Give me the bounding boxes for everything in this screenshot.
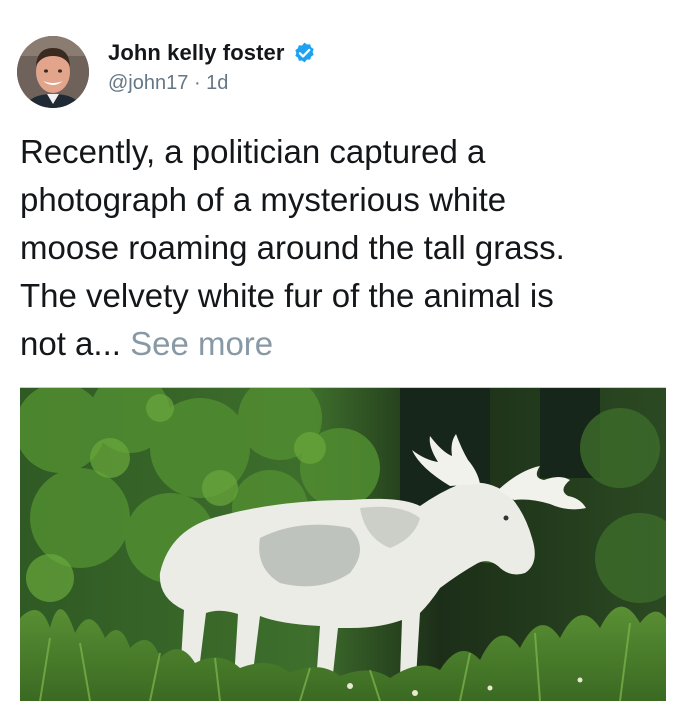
white-moose-photo — [20, 388, 666, 701]
author-block: John kelly foster @john17 · 1d — [108, 40, 317, 95]
tweet-photo[interactable] — [20, 387, 666, 701]
tweet-text-last-line: not a... See more — [20, 320, 684, 368]
author-name-row: John kelly foster — [108, 40, 317, 66]
avatar-image — [17, 36, 89, 108]
see-more-link[interactable]: See more — [130, 325, 273, 362]
tweet-card: John kelly foster @john17 · 1d Recently,… — [0, 0, 700, 701]
tweet-text: Recently, a politician captured a photog… — [20, 128, 684, 368]
tweet-text-line: Recently, a politician captured a — [20, 133, 486, 170]
verified-badge-icon — [292, 41, 317, 66]
tweet-text-line: moose roaming around the tall grass. — [20, 229, 565, 266]
author-avatar[interactable] — [17, 36, 89, 108]
meta-separator: · — [193, 72, 201, 94]
tweet-text-line: photograph of a mysterious white — [20, 181, 507, 218]
author-display-name[interactable]: John kelly foster — [108, 40, 285, 66]
author-meta: @john17 · 1d — [108, 72, 317, 95]
timestamp[interactable]: 1d — [206, 72, 228, 94]
author-handle[interactable]: @john17 — [108, 72, 188, 94]
tweet-text-truncated: not a... — [20, 325, 121, 362]
tweet-text-line: The velvety white fur of the animal is — [20, 277, 554, 314]
